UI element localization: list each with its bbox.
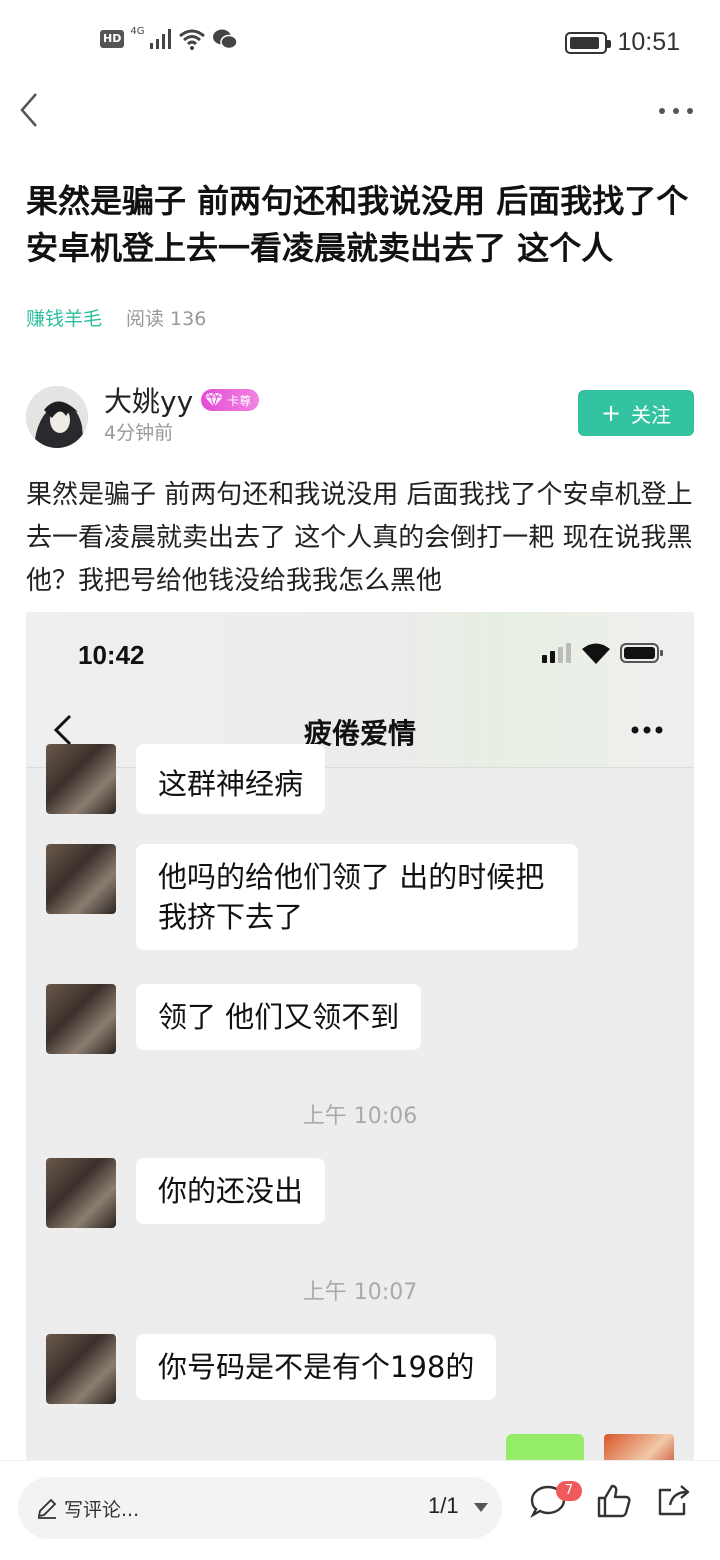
- share-icon[interactable]: [654, 1481, 694, 1521]
- status-bar: HD 4G 10:51: [0, 0, 720, 84]
- outgoing-bubble-partial: [506, 1434, 584, 1460]
- chat-message: 这群神经病: [46, 744, 326, 814]
- status-right: 10:51: [565, 28, 680, 57]
- chat-status-icons: [542, 642, 664, 664]
- sender-avatar: [46, 1334, 116, 1404]
- author-avatar[interactable]: [26, 386, 88, 448]
- like-icon[interactable]: [594, 1481, 634, 1521]
- plus-icon: +: [600, 399, 622, 427]
- wifi-icon: [582, 643, 610, 664]
- sender-avatar: [46, 984, 116, 1054]
- badge-label: 卡尊: [227, 393, 252, 408]
- sender-avatar: [46, 1158, 116, 1228]
- more-icon[interactable]: [656, 96, 696, 126]
- page-indicator[interactable]: 1/1: [428, 1493, 459, 1519]
- message-bubble: 你号码是不是有个198的: [136, 1334, 497, 1400]
- bottom-action-bar: 写评论... 1/1 7: [0, 1460, 720, 1560]
- chat-status-time: 10:42: [78, 640, 145, 670]
- chat-timestamp: 上午 10:06: [302, 1104, 418, 1129]
- signal-icon: [542, 643, 571, 663]
- message-bubble: 领了 他们又领不到: [136, 984, 422, 1050]
- comment-input[interactable]: 写评论... 1/1: [18, 1477, 502, 1539]
- vip-badge: 卡尊: [201, 389, 260, 411]
- chat-timestamp: 上午 10:07: [302, 1280, 418, 1305]
- message-bubble: 这群神经病: [136, 744, 326, 814]
- message-bubble: 他吗的给他们领了 出的时候把我挤下去了: [136, 844, 578, 950]
- pen-icon: [37, 1498, 57, 1519]
- chat-message: 他吗的给他们领了 出的时候把我挤下去了: [46, 844, 578, 950]
- network-type: 4G: [130, 25, 145, 37]
- category-tag[interactable]: 赚钱羊毛: [26, 304, 102, 331]
- back-icon[interactable]: [14, 90, 44, 130]
- battery-icon: [565, 31, 612, 54]
- post-time: 4分钟前: [104, 422, 174, 444]
- avatar-image: [26, 386, 88, 448]
- chevron-down-icon[interactable]: [474, 1503, 488, 1512]
- chat-message: 领了 他们又领不到: [46, 984, 422, 1054]
- article-meta: 赚钱羊毛 阅读 136: [26, 304, 206, 331]
- comment-count-badge: 7: [556, 1481, 582, 1501]
- chat-message: 你号码是不是有个198的: [46, 1334, 497, 1404]
- message-bubble: 你的还没出: [136, 1158, 326, 1224]
- battery-icon: [620, 643, 663, 663]
- diamond-icon: [205, 392, 224, 408]
- wifi-icon: [179, 29, 206, 50]
- article-body: 果然是骗子 前两句还和我说没用 后面我找了个安卓机登上去一看凌晨就卖出去了 这个…: [26, 480, 693, 596]
- sender-avatar: [46, 744, 116, 814]
- author-name[interactable]: 大姚yy: [104, 380, 193, 420]
- chat-more-icon: [631, 726, 663, 734]
- chat-message: 你的还没出: [46, 1158, 326, 1228]
- wechat-icon: [213, 29, 239, 50]
- article-title: 果然是骗子 前两句还和我说没用 后面我找了个安卓机登上去一看凌晨就卖出去了 这个…: [26, 182, 689, 267]
- comment-placeholder: 写评论...: [64, 1499, 140, 1521]
- status-time: 10:51: [617, 28, 680, 56]
- author-name-row: 大姚yy 卡尊: [104, 380, 260, 420]
- follow-button[interactable]: + 关注: [578, 390, 694, 436]
- battery-fill: [570, 36, 600, 49]
- sender-avatar: [46, 844, 116, 914]
- read-count: 阅读 136: [126, 308, 207, 330]
- self-avatar-partial: [604, 1434, 674, 1460]
- hd-badge: HD: [100, 30, 125, 48]
- status-left: HD 4G: [100, 25, 239, 50]
- follow-label: 关注: [631, 402, 672, 427]
- chat-screenshot-image[interactable]: 10:42 疲倦爱情 这群神经病 他吗的给他们领了 出的时候把我挤下去了 领了 …: [26, 612, 694, 1460]
- signal-icon: [150, 29, 172, 49]
